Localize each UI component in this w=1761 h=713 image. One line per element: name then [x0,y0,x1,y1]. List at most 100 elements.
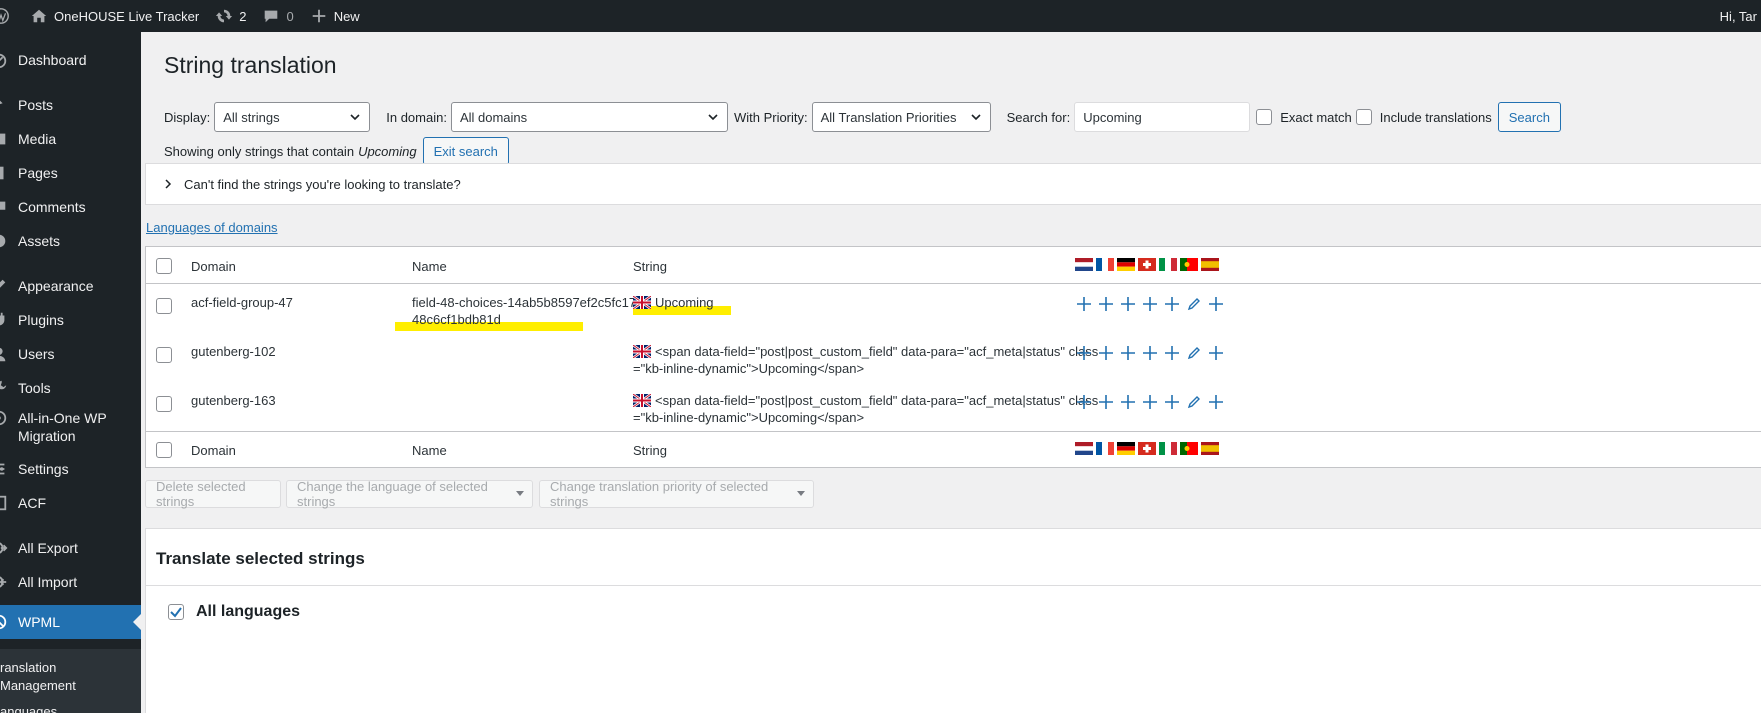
sidebar-item-wpml[interactable]: WPML [0,605,141,639]
pt-flag-icon [1180,258,1198,271]
add-translation-icon[interactable] [1119,295,1136,312]
add-translation-icon[interactable] [1207,344,1224,361]
language-flags-header [1075,258,1219,271]
users-icon [0,345,8,363]
row-checkbox[interactable] [156,347,172,363]
select-all-checkbox[interactable] [156,258,172,274]
sidebar-item-plugins[interactable]: Plugins [0,303,141,337]
edit-translation-icon[interactable] [1185,295,1202,312]
new-content-link[interactable]: New [302,0,368,32]
sidebar-item-label: Tools [18,380,51,396]
display-label: Display: [164,109,211,125]
row-checkbox[interactable] [156,298,172,314]
add-translation-icon[interactable] [1163,393,1180,410]
cant-find-strings-toggle[interactable]: Can't find the strings you're looking to… [145,163,1761,205]
column-header-domain[interactable]: Domain [191,258,236,275]
wordpress-logo[interactable] [0,0,22,32]
row-string-line1: <span data-field="post|post_custom_field… [655,393,1099,408]
plus-icon [310,7,328,25]
add-translation-icon[interactable] [1141,344,1158,361]
sidebar-item-assets[interactable]: Assets [0,224,141,258]
add-translation-icon[interactable] [1163,344,1180,361]
exit-search-button[interactable]: Exit search [422,137,509,165]
search-button[interactable]: Search [1497,102,1561,132]
submenu-label: anguages [0,704,58,713]
row-translation-actions [1075,393,1224,410]
row-checkbox[interactable] [156,396,172,412]
add-translation-icon[interactable] [1075,295,1092,312]
sidebar-item-all-import[interactable]: All Import [0,565,141,599]
checkmark-icon[interactable] [168,604,184,620]
site-name-link[interactable]: OneHOUSE Live Tracker [22,0,207,32]
search-status-term: Upcoming [358,143,417,159]
add-translation-icon[interactable] [1141,393,1158,410]
panel-divider [146,585,1761,586]
submenu-item-languages[interactable]: anguages [0,703,141,713]
assets-icon [0,232,8,250]
domain-select[interactable]: All domains [450,102,728,132]
admin-bar: OneHOUSE Live Tracker 2 0 New Hi, Tar [0,0,1761,32]
display-select[interactable]: All strings [214,102,371,132]
my-account-link[interactable]: Hi, Tar [1716,0,1761,32]
comments-link[interactable]: 0 [254,0,301,32]
sidebar-item-label-line2: Migration [18,428,76,444]
delete-selected-strings-button[interactable]: Delete selected strings [145,479,281,509]
search-status: Showing only strings that contain Upcomi… [164,137,509,165]
row-domain: acf-field-group-47 [191,295,293,310]
exact-match-checkbox[interactable] [1256,109,1273,125]
sidebar-item-acf[interactable]: ACF [0,486,141,520]
add-translation-icon[interactable] [1097,295,1114,312]
fr-flag-icon [1096,258,1114,271]
edit-translation-icon[interactable] [1185,344,1202,361]
sidebar-item-users[interactable]: Users [0,337,141,371]
include-translations-checkbox[interactable] [1355,109,1372,125]
pt-flag-icon [1180,442,1198,455]
priority-select[interactable]: All Translation Priorities [811,102,991,132]
add-translation-icon[interactable] [1207,295,1224,312]
submenu-label-line2: Management [0,678,76,693]
sidebar-item-all-export[interactable]: All Export [0,531,141,565]
wpml-submenu: ranslation Management anguages [0,649,141,713]
sidebar-item-all-in-one-wp-migration[interactable]: All-in-One WP Migration [0,405,141,449]
sidebar-item-label: All-in-One WP Migration [18,409,107,445]
row-string-text: Upcoming [655,295,714,310]
export-icon [0,539,8,557]
row-string: <span data-field="post|post_custom_field… [633,343,1098,360]
add-translation-icon[interactable] [1119,344,1136,361]
wordpress-icon [0,7,10,25]
sidebar-item-posts[interactable]: Posts [0,88,141,122]
select-all-checkbox-footer[interactable] [156,442,172,458]
add-translation-icon[interactable] [1075,344,1092,361]
add-translation-icon[interactable] [1119,393,1136,410]
change-priority-select[interactable]: Change translation priority of selected … [539,479,814,509]
column-footer-domain[interactable]: Domain [191,442,236,459]
add-translation-icon[interactable] [1207,393,1224,410]
row-string-line1: <span data-field="post|post_custom_field… [655,344,1099,359]
column-header-name[interactable]: Name [412,258,447,275]
add-translation-icon[interactable] [1097,344,1114,361]
sidebar-item-appearance[interactable]: Appearance [0,269,141,303]
updates-link[interactable]: 2 [207,0,254,32]
change-language-select[interactable]: Change the language of selected strings [286,479,533,509]
sidebar-item-label: Users [18,346,55,362]
sidebar-item-tools[interactable]: Tools [0,371,141,405]
search-input[interactable]: Upcoming [1074,102,1251,132]
domain-select-value: All domains [459,109,528,125]
submenu-item-translation-management[interactable]: ranslation Management [0,659,141,695]
sidebar-item-comments[interactable]: Comments [0,190,141,224]
sidebar-item-dashboard[interactable]: Dashboard [0,43,141,77]
edit-translation-icon[interactable] [1185,393,1202,410]
all-languages-option[interactable]: All languages [168,603,300,621]
languages-of-domains-link[interactable]: Languages of domains [146,220,278,235]
add-translation-icon[interactable] [1075,393,1092,410]
sidebar-item-settings[interactable]: Settings [0,452,141,486]
add-translation-icon[interactable] [1163,295,1180,312]
delete-selected-label: Delete selected strings [156,479,246,509]
sidebar-item-media[interactable]: Media [0,122,141,156]
dropdown-arrow-icon [797,491,805,496]
add-translation-icon[interactable] [1097,393,1114,410]
import-icon [0,573,8,591]
sidebar-item-pages[interactable]: Pages [0,156,141,190]
add-translation-icon[interactable] [1141,295,1158,312]
column-footer-name[interactable]: Name [412,442,447,459]
